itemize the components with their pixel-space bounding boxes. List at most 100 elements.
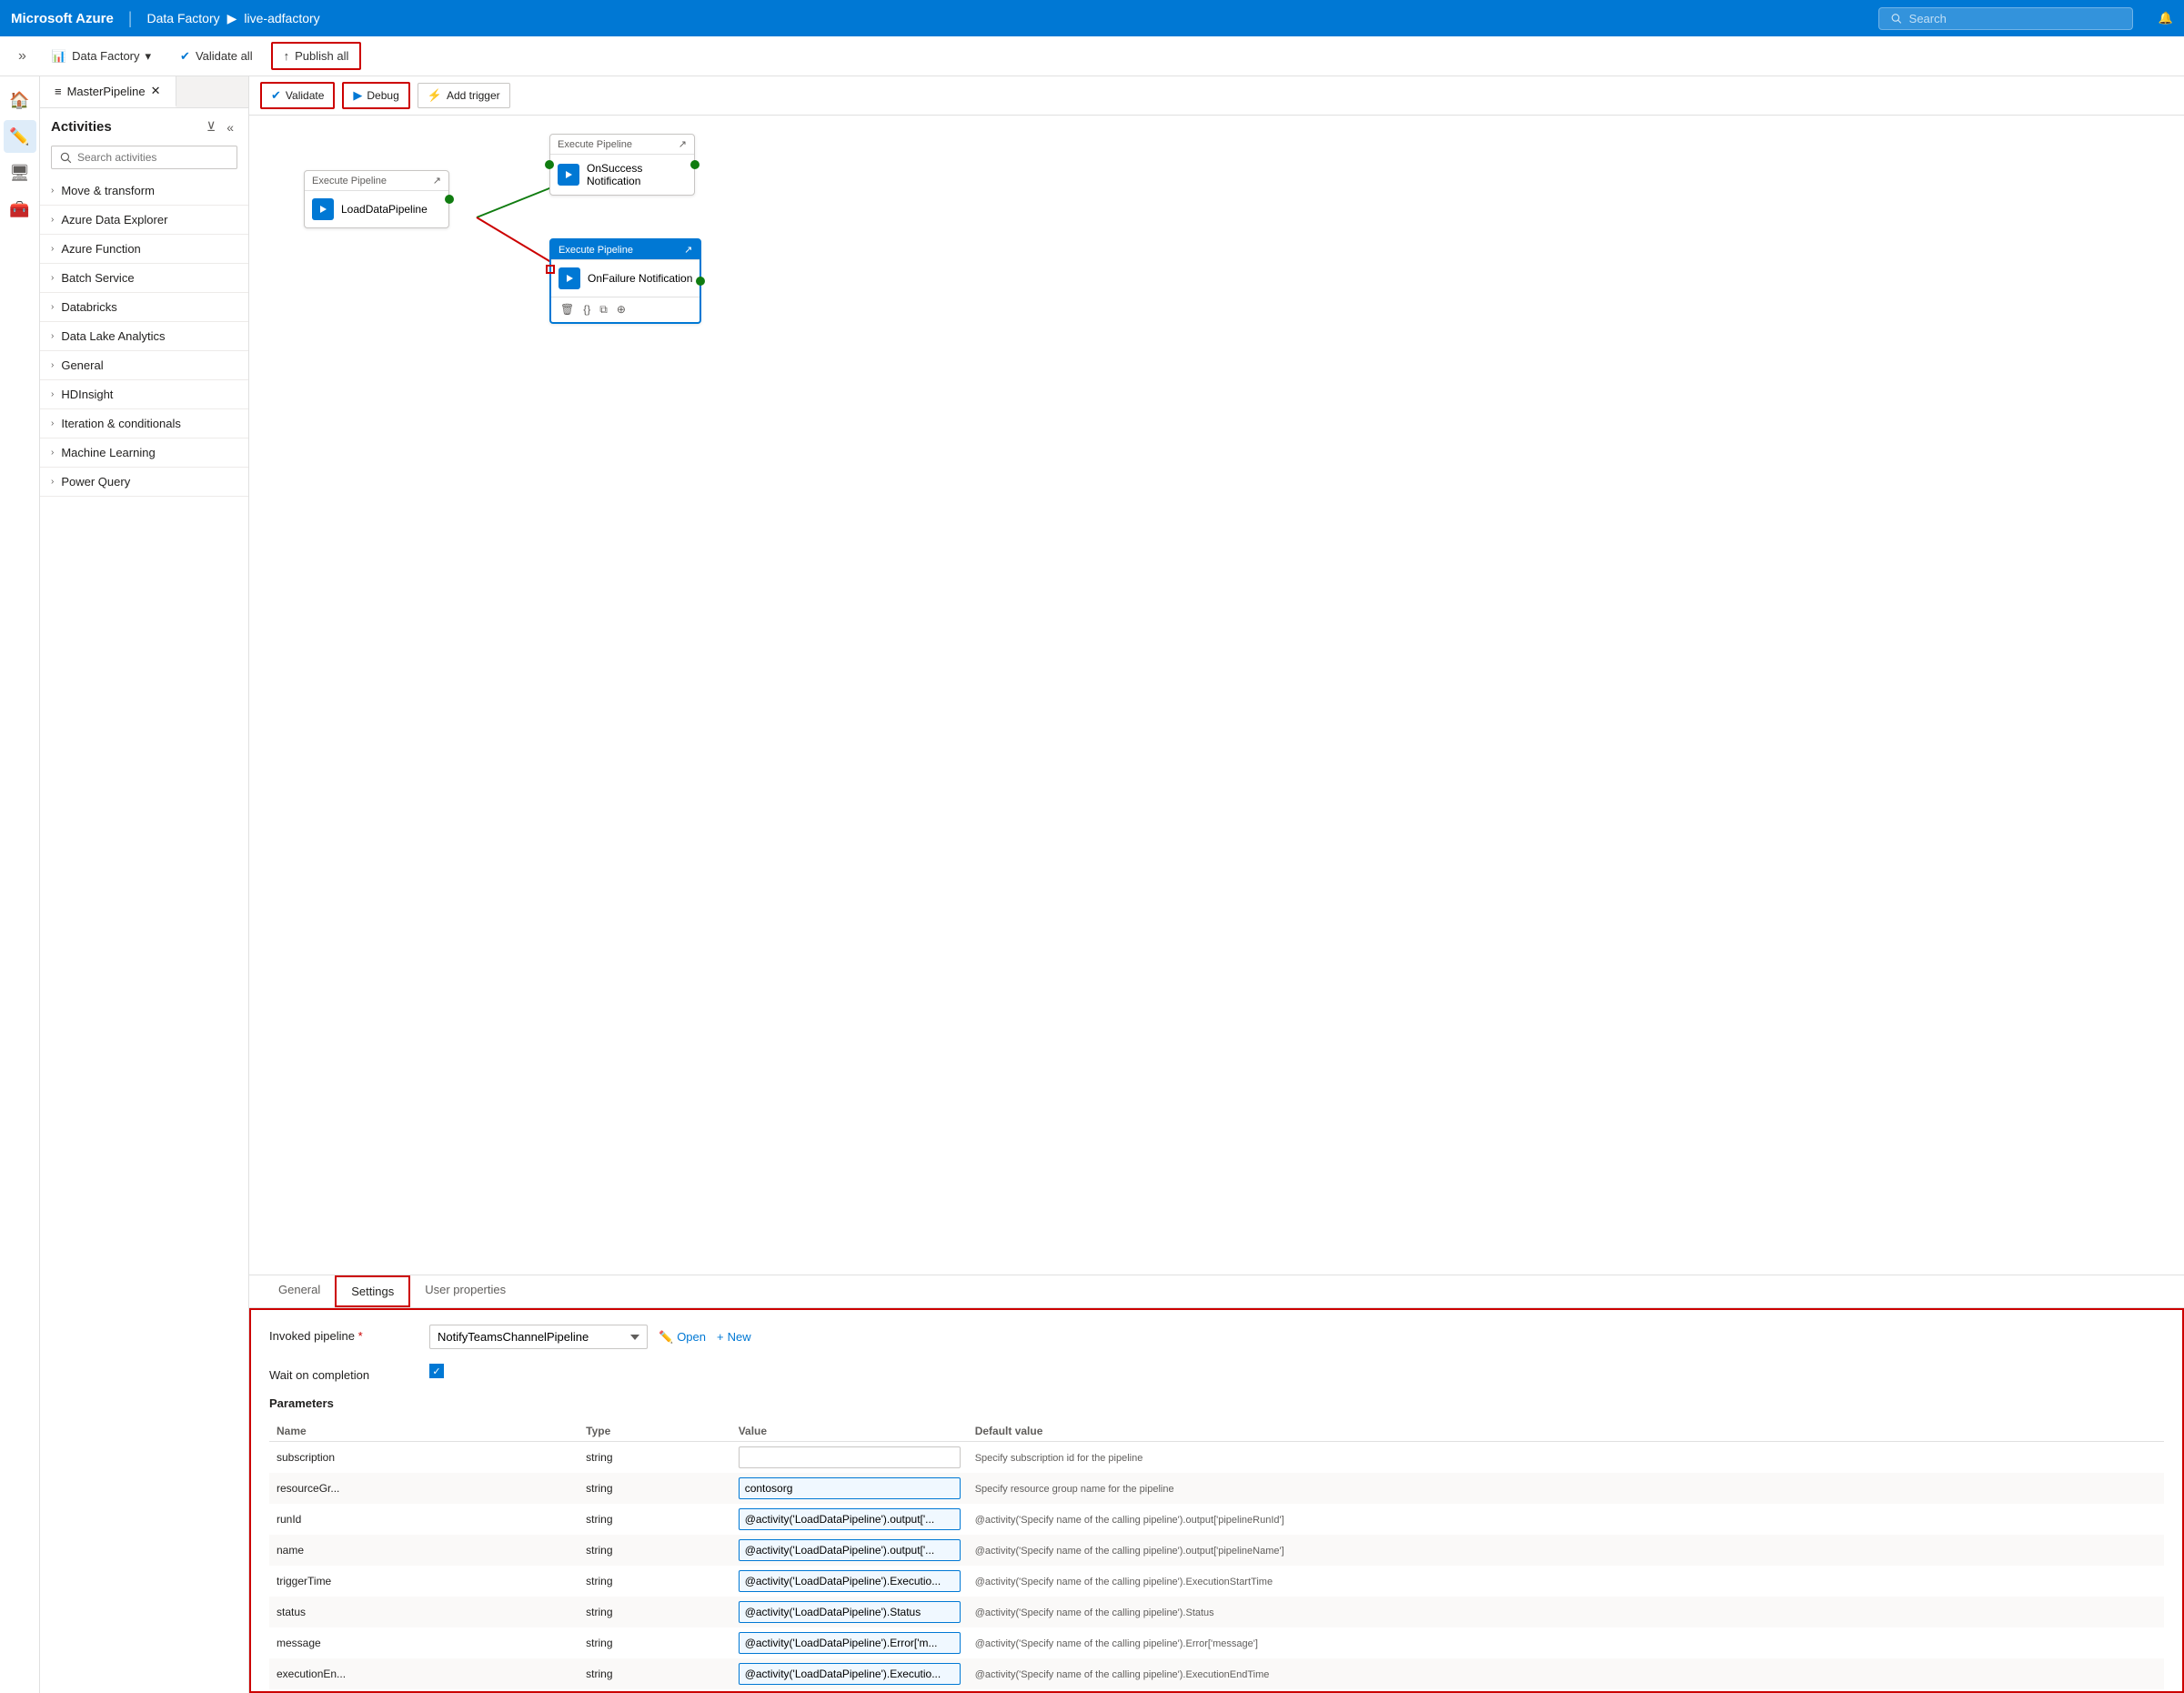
param-value-cell bbox=[731, 1658, 968, 1689]
activities-list: › Move & transform › Azure Data Explorer… bbox=[40, 176, 248, 1693]
activity-group-header[interactable]: › HDInsight bbox=[40, 380, 248, 408]
param-value-input[interactable] bbox=[739, 1632, 961, 1654]
activity-group-header[interactable]: › Azure Function bbox=[40, 235, 248, 263]
wait-on-completion-checkbox[interactable]: ✓ bbox=[429, 1364, 444, 1378]
debug-icon: ▶ bbox=[353, 88, 362, 103]
activity-group-header[interactable]: › Databricks bbox=[40, 293, 248, 321]
col-type: Type bbox=[579, 1421, 731, 1442]
param-value-cell bbox=[731, 1597, 968, 1627]
chevron-icon: › bbox=[51, 477, 54, 487]
activity-group-header[interactable]: › Data Lake Analytics bbox=[40, 322, 248, 350]
activity-group: › Machine Learning bbox=[40, 438, 248, 468]
collapse-icon-1[interactable]: ⊻ bbox=[203, 117, 219, 136]
chevron-icon: › bbox=[51, 215, 54, 225]
table-row: triggerTime string @activity('Specify na… bbox=[269, 1566, 2164, 1597]
new-link[interactable]: + New bbox=[717, 1330, 751, 1344]
node-onfailure[interactable]: Execute Pipeline ↗ OnFailure Notificatio… bbox=[549, 238, 701, 324]
master-pipeline-tab[interactable]: ≡ MasterPipeline ✕ bbox=[40, 76, 176, 107]
node-external-icon-1[interactable]: ↗ bbox=[433, 175, 441, 186]
publish-icon: ↑ bbox=[284, 49, 290, 63]
param-value-cell bbox=[731, 1473, 968, 1504]
param-default: @activity('Specify name of the calling p… bbox=[968, 1535, 2164, 1566]
pipeline-toolbar: ✔ Validate ▶ Debug ⚡ Add trigger bbox=[249, 76, 2184, 116]
node-external-icon-2[interactable]: ↗ bbox=[679, 138, 687, 150]
param-default: Specify resource group name for the pipe… bbox=[968, 1473, 2164, 1504]
publish-label: Publish all bbox=[295, 49, 348, 63]
param-name: message bbox=[269, 1627, 579, 1658]
activities-panel: ≡ MasterPipeline ✕ Activities ⊻ « › Move… bbox=[40, 76, 249, 1693]
data-factory-button[interactable]: 📊 Data Factory ▾ bbox=[41, 44, 162, 69]
open-link[interactable]: ✏️ Open bbox=[659, 1330, 706, 1345]
param-value-cell bbox=[731, 1689, 968, 1693]
activity-group-header[interactable]: › Power Query bbox=[40, 468, 248, 496]
param-value-input[interactable] bbox=[739, 1601, 961, 1623]
df-icon: 📊 bbox=[52, 49, 66, 64]
sidebar-icon-home[interactable]: 🏠 bbox=[4, 84, 36, 116]
param-value-input[interactable] bbox=[739, 1477, 961, 1499]
node-label-1: LoadDataPipeline bbox=[341, 203, 428, 216]
table-row: message string @activity('Specify name o… bbox=[269, 1627, 2164, 1658]
df-label: Data Factory bbox=[72, 49, 139, 63]
publish-all-button[interactable]: ↑ Publish all bbox=[271, 42, 362, 70]
invoked-pipeline-select[interactable]: NotifyTeamsChannelPipeline bbox=[429, 1325, 648, 1349]
copy-icon[interactable]: ⧉ bbox=[598, 301, 609, 318]
code-icon[interactable]: {} bbox=[581, 301, 592, 318]
global-search-box[interactable] bbox=[1878, 7, 2133, 30]
notification-icon[interactable]: 🔔 bbox=[2159, 11, 2173, 25]
param-value-input[interactable] bbox=[739, 1539, 961, 1561]
delete-icon[interactable]: 🗑 bbox=[559, 301, 576, 318]
activity-group-header[interactable]: › Iteration & conditionals bbox=[40, 409, 248, 438]
sidebar-icon-toolbox[interactable]: 🧰 bbox=[4, 193, 36, 226]
activity-group-header[interactable]: › General bbox=[40, 351, 248, 379]
parameters-label: Parameters bbox=[269, 1396, 2164, 1410]
debug-button[interactable]: ▶ Debug bbox=[342, 82, 409, 109]
plus-icon: + bbox=[717, 1330, 724, 1344]
col-value: Value bbox=[731, 1421, 968, 1442]
breadcrumb-item-factory[interactable]: live-adfactory bbox=[244, 11, 319, 25]
add-trigger-button[interactable]: ⚡ Add trigger bbox=[418, 83, 510, 108]
tab-user-properties[interactable]: User properties bbox=[410, 1275, 520, 1307]
group-label: Machine Learning bbox=[61, 446, 155, 459]
param-default: @activity('Specify name of the calling p… bbox=[968, 1689, 2164, 1693]
param-type: string bbox=[579, 1504, 731, 1535]
activity-group-header[interactable]: › Batch Service bbox=[40, 264, 248, 292]
param-value-input[interactable] bbox=[739, 1508, 961, 1530]
collapse-icon-2[interactable]: « bbox=[223, 117, 237, 136]
sidebar-icon-pencil[interactable]: ✏️ bbox=[4, 120, 36, 153]
tab-general[interactable]: General bbox=[264, 1275, 335, 1307]
param-default: @activity('Specify name of the calling p… bbox=[968, 1627, 2164, 1658]
invoked-pipeline-row: Invoked pipeline * NotifyTeamsChannelPip… bbox=[269, 1325, 2164, 1349]
search-activities-input[interactable] bbox=[51, 146, 237, 169]
param-value-input[interactable] bbox=[739, 1570, 961, 1592]
chevron-icon: › bbox=[51, 331, 54, 341]
tab-settings[interactable]: Settings bbox=[335, 1275, 410, 1307]
param-value-input[interactable] bbox=[739, 1663, 961, 1685]
sidebar-toggle-button[interactable]: » bbox=[11, 45, 34, 68]
node-onsuccess[interactable]: Execute Pipeline ↗ OnSuccessNotification bbox=[549, 134, 695, 196]
chevron-icon: › bbox=[51, 418, 54, 428]
tab-label: MasterPipeline bbox=[67, 85, 146, 98]
invoked-pipeline-label: Invoked pipeline * bbox=[269, 1325, 415, 1343]
activity-group-header[interactable]: › Move & transform bbox=[40, 176, 248, 205]
activity-group-header[interactable]: › Machine Learning bbox=[40, 438, 248, 467]
param-type: string bbox=[579, 1473, 731, 1504]
param-value-input[interactable] bbox=[739, 1446, 961, 1468]
global-search-input[interactable] bbox=[1909, 12, 2121, 25]
validate-all-button[interactable]: ✔ Validate all bbox=[169, 44, 264, 69]
bottom-tabs: General Settings User properties bbox=[249, 1275, 2184, 1308]
node-connector-right-3 bbox=[696, 277, 705, 286]
add-icon[interactable]: ⊕ bbox=[615, 301, 628, 318]
validate-button[interactable]: ✔ Validate bbox=[260, 82, 335, 109]
sidebar-icon-monitor[interactable]: 🖥 bbox=[4, 156, 36, 189]
node-external-icon-3[interactable]: ↗ bbox=[684, 244, 692, 256]
breadcrumb-item-datafactory[interactable]: Data Factory bbox=[146, 11, 219, 25]
param-type: string bbox=[579, 1566, 731, 1597]
node-body-3: OnFailure Notification bbox=[551, 260, 699, 297]
activity-group-header[interactable]: › Azure Data Explorer bbox=[40, 206, 248, 234]
pipeline-canvas: Execute Pipeline ↗ LoadDataPipeline Exec… bbox=[249, 116, 2184, 1275]
node-load-data-pipeline[interactable]: Execute Pipeline ↗ LoadDataPipeline bbox=[304, 170, 449, 228]
activity-group: › Azure Data Explorer bbox=[40, 206, 248, 235]
tab-close-icon[interactable]: ✕ bbox=[151, 84, 161, 98]
node-connector-right-1 bbox=[445, 195, 454, 204]
param-type: string bbox=[579, 1689, 731, 1693]
